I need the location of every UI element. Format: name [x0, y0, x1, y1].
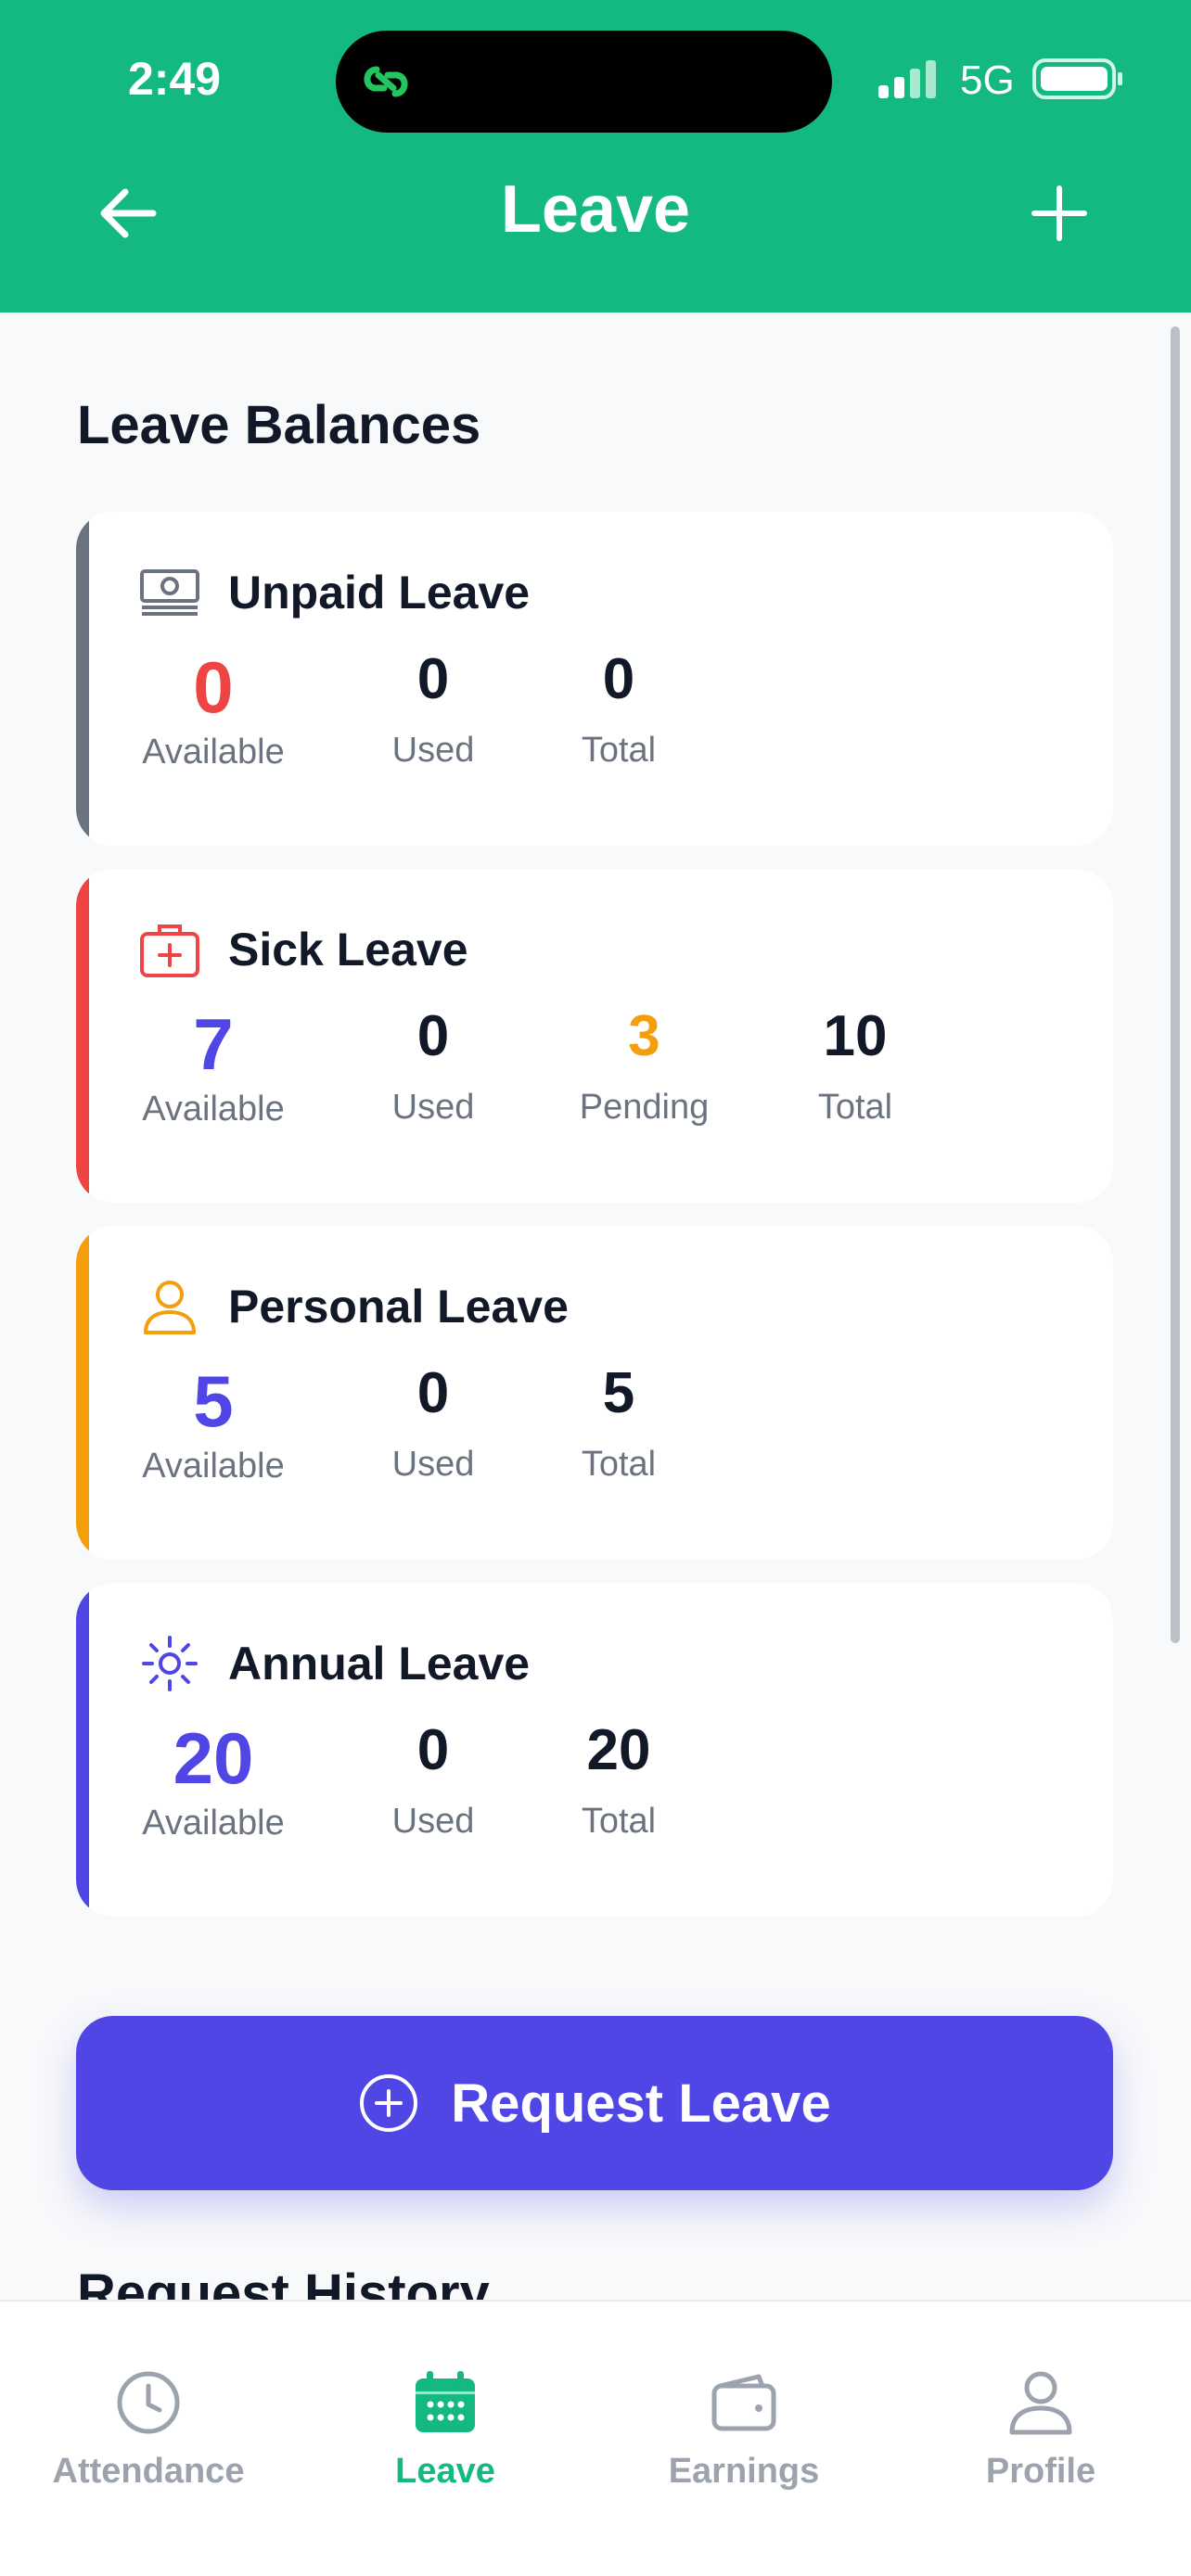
status-indicators: 5G	[877, 56, 1122, 103]
leave-card-personal[interactable]: Personal Leave 5 Available 0 Used 5 Tota…	[76, 1226, 1113, 1560]
stat-value: 5	[602, 1361, 635, 1425]
stat-used: 0 Used	[378, 1365, 489, 1485]
stat-value: 0	[416, 1718, 450, 1782]
plus-icon	[1031, 185, 1087, 241]
leave-card-annual[interactable]: Annual Leave 20 Available 0 Used 20 Tota…	[76, 1583, 1113, 1917]
stat-value: 10	[823, 1004, 888, 1068]
app-header: 2:49 5G Leave	[0, 0, 1191, 312]
card-accent	[76, 512, 89, 846]
tab-bar: Attendance Leave Earnings Profile	[0, 2300, 1191, 2576]
stat-label: Used	[391, 731, 475, 770]
person-icon	[139, 1276, 200, 1337]
stat-total: 0 Total	[563, 651, 674, 771]
stat-label: Used	[391, 1445, 475, 1484]
stat-label: Available	[142, 1447, 285, 1486]
leave-card-sick[interactable]: Sick Leave 7 Available 0 Used 3 Pending …	[76, 869, 1113, 1203]
stat-label: Pending	[579, 1088, 710, 1127]
user-icon	[1009, 2371, 1072, 2435]
tab-earnings[interactable]: Earnings	[623, 2366, 864, 2492]
stat-label: Available	[142, 733, 285, 772]
stat-pending: 3 Pending	[563, 1008, 725, 1128]
stat-available: 7 Available	[139, 1008, 288, 1129]
stat-value: 20	[173, 1717, 254, 1799]
request-leave-label: Request Leave	[451, 2072, 831, 2134]
scrollbar[interactable]	[1171, 326, 1180, 1643]
card-title: Personal Leave	[228, 1281, 569, 1333]
stat-label: Available	[142, 1090, 285, 1129]
stat-value: 0	[193, 646, 234, 728]
calendar-icon	[416, 2371, 475, 2432]
card-accent	[76, 1583, 89, 1917]
status-time: 2:49	[128, 53, 222, 105]
stat-total: 20 Total	[563, 1722, 674, 1842]
stat-used: 0 Used	[378, 1722, 489, 1842]
plus-circle-icon	[360, 2074, 418, 2132]
stat-available: 0 Available	[139, 651, 288, 772]
stat-value: 7	[193, 1003, 234, 1085]
tab-leave[interactable]: Leave	[325, 2366, 566, 2492]
stat-value: 3	[628, 1004, 660, 1068]
card-title: Annual Leave	[228, 1638, 531, 1690]
stat-value: 0	[416, 1004, 450, 1068]
tab-attendance[interactable]: Attendance	[28, 2366, 269, 2492]
battery-icon	[1032, 58, 1122, 99]
tab-label: Attendance	[52, 2452, 245, 2491]
page-title: Leave	[500, 172, 691, 247]
link-icon	[364, 66, 408, 97]
money-icon	[139, 562, 200, 623]
nav-bar: Leave	[0, 162, 1191, 255]
network-label: 5G	[960, 57, 1015, 103]
card-accent	[76, 1226, 89, 1560]
stat-value: 5	[193, 1360, 234, 1442]
request-leave-button[interactable]: Request Leave	[76, 2016, 1113, 2190]
stat-label: Available	[142, 1804, 285, 1843]
signal-icon	[878, 60, 936, 98]
clock-icon	[117, 2371, 180, 2434]
stat-value: 20	[586, 1718, 651, 1782]
stat-used: 0 Used	[378, 1008, 489, 1128]
card-title: Sick Leave	[228, 924, 468, 976]
wallet-icon	[711, 2374, 776, 2431]
tab-label: Leave	[395, 2452, 495, 2491]
tab-label: Profile	[985, 2452, 1096, 2491]
stat-label: Used	[391, 1088, 475, 1127]
tab-label: Earnings	[668, 2452, 820, 2491]
add-button[interactable]	[1022, 176, 1096, 250]
stat-total: 10 Total	[800, 1008, 911, 1128]
stat-label: Total	[581, 731, 657, 770]
card-title: Unpaid Leave	[228, 567, 531, 618]
medical-kit-icon	[139, 919, 200, 980]
section-title: Leave Balances	[77, 395, 481, 455]
stat-available: 5 Available	[139, 1365, 288, 1486]
dynamic-island	[336, 31, 832, 133]
stat-available: 20 Available	[139, 1722, 288, 1843]
stat-value: 0	[416, 1361, 450, 1425]
stat-label: Total	[581, 1802, 657, 1841]
leave-card-unpaid[interactable]: Unpaid Leave 0 Available 0 Used 0 Total	[76, 512, 1113, 846]
tab-profile[interactable]: Profile	[920, 2366, 1161, 2492]
sun-icon	[139, 1633, 200, 1694]
stat-label: Total	[817, 1088, 893, 1127]
stat-total: 5 Total	[563, 1365, 674, 1485]
card-accent	[76, 869, 89, 1203]
stat-value: 0	[602, 647, 635, 711]
stat-label: Total	[581, 1445, 657, 1484]
stat-used: 0 Used	[378, 651, 489, 771]
stat-value: 0	[416, 647, 450, 711]
stat-label: Used	[391, 1802, 475, 1841]
